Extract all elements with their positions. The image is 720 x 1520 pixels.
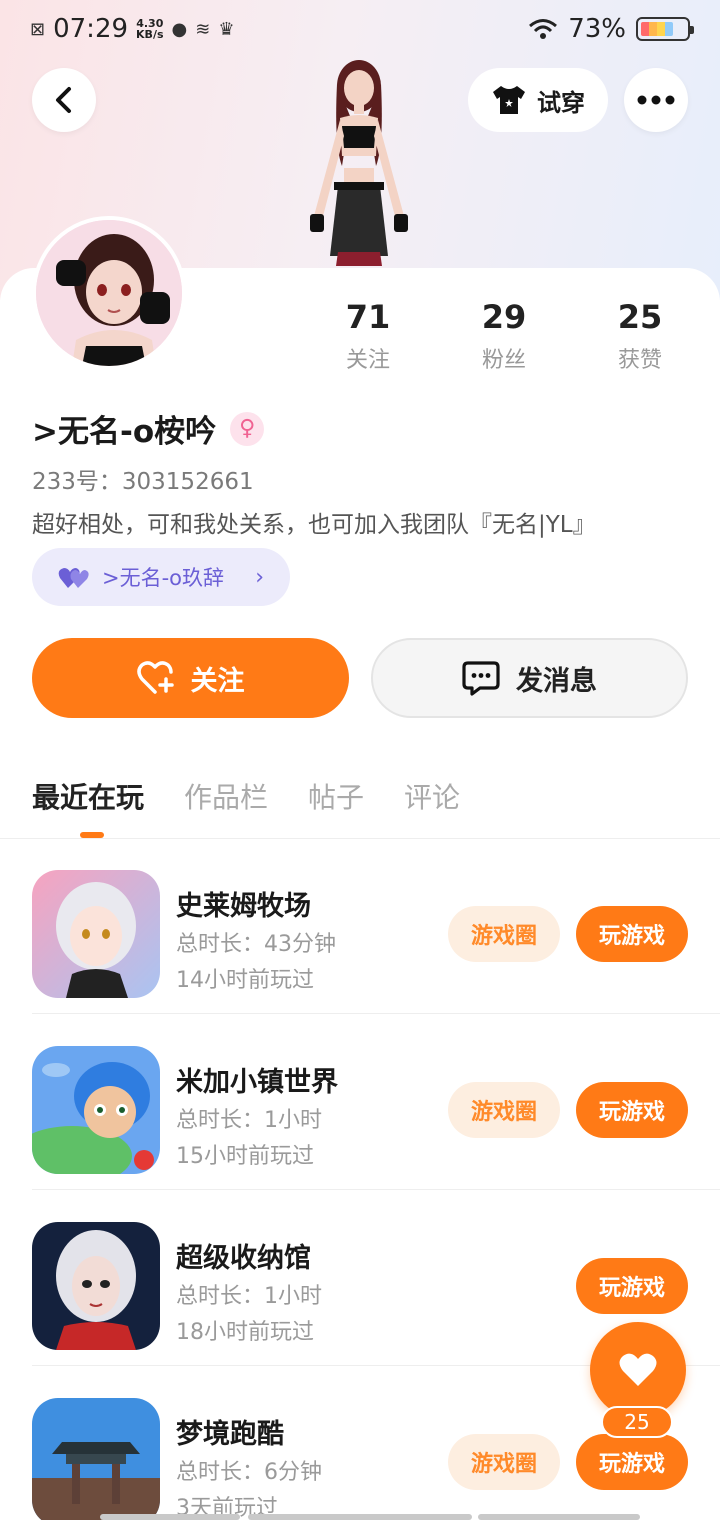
follow-label: 关注	[190, 665, 245, 697]
crown-icon: ♛	[218, 18, 235, 40]
game-icon-slime-ranch	[32, 870, 160, 998]
back-button[interactable]	[32, 68, 96, 132]
game-icon-dream-parkour	[32, 1398, 160, 1520]
stat-likes[interactable]: 25 获赞	[572, 298, 708, 374]
game-circle-button[interactable]: 游戏圈	[448, 1434, 560, 1490]
play-game-button[interactable]: 玩游戏	[576, 1258, 688, 1314]
game-circle-button[interactable]: 游戏圈	[448, 906, 560, 962]
like-button[interactable]	[590, 1322, 686, 1418]
double-heart-icon	[58, 568, 89, 588]
game-row[interactable]: 史莱姆牧场 总时长：43分钟 14小时前玩过 游戏圈 玩游戏	[32, 838, 720, 1014]
stat-following[interactable]: 71 关注	[300, 298, 436, 374]
user-id: 233号：303152661	[32, 469, 254, 495]
username-text: >无名-o桉吟	[32, 414, 217, 450]
scroll-indicator	[478, 1514, 640, 1520]
game-name: 米加小镇世界	[176, 1067, 338, 1098]
game-last-played: 18小时前玩过	[176, 1320, 314, 1345]
battery-percent: 73%	[568, 14, 626, 44]
game-name: 超级收纳馆	[176, 1243, 311, 1274]
more-button[interactable]	[624, 68, 688, 132]
stat-followers[interactable]: 29 粉丝	[436, 298, 572, 374]
game-icon-super-storage	[32, 1222, 160, 1350]
game-circle-button[interactable]: 游戏圈	[448, 1082, 560, 1138]
play-game-button[interactable]: 玩游戏	[576, 906, 688, 962]
message-button[interactable]: 发消息	[371, 638, 688, 718]
game-last-played: 14小时前玩过	[176, 968, 314, 993]
try-on-button[interactable]: 试穿	[468, 68, 608, 132]
chat-bubble-icon	[462, 661, 500, 696]
like-count-badge: 25	[601, 1406, 673, 1438]
game-last-played: 15小时前玩过	[176, 1144, 314, 1169]
game-duration: 总时长：43分钟	[176, 932, 336, 957]
user-bio: 超好相处，可和我处关系，也可加入我团队『无名|YL』	[32, 512, 596, 538]
profile-tabs: 最近在玩 作品栏 帖子 评论	[32, 776, 460, 816]
game-icon-miga-town	[32, 1046, 160, 1174]
notification-icon: ⊠	[30, 18, 46, 40]
battery-icon	[636, 17, 694, 41]
team-chip[interactable]: >无名-o玖辞 ›	[32, 548, 290, 606]
game-duration: 总时长：1小时	[176, 1284, 322, 1309]
net-speed: 4.30 KB/s	[136, 17, 164, 41]
tab-comments[interactable]: 评论	[404, 776, 460, 816]
tshirt-icon	[493, 86, 525, 114]
game-row[interactable]: 米加小镇世界 总时长：1小时 15小时前玩过 游戏圈 玩游戏	[32, 1014, 720, 1190]
profile-stats: 71 关注 29 粉丝 25 获赞	[300, 298, 720, 374]
game-duration: 总时长：6分钟	[176, 1460, 322, 1485]
heart-icon	[619, 1353, 657, 1386]
follow-button[interactable]: 关注	[32, 638, 349, 718]
avatar[interactable]	[32, 216, 186, 370]
scroll-indicator	[248, 1514, 472, 1520]
wifi-icon	[529, 19, 558, 39]
play-game-button[interactable]: 玩游戏	[576, 1434, 688, 1490]
try-on-label: 试穿	[537, 88, 585, 117]
database-icon: ≋	[195, 18, 211, 40]
chevron-right-icon: ›	[255, 564, 264, 590]
status-time: 07:29	[53, 14, 129, 44]
username: >无名-o桉吟 ♀	[32, 406, 265, 451]
play-game-button[interactable]: 玩游戏	[576, 1082, 688, 1138]
message-label: 发消息	[516, 665, 597, 697]
tab-recently-played[interactable]: 最近在玩	[32, 776, 144, 816]
character-figure	[310, 60, 408, 266]
team-chip-label: >无名-o玖辞	[102, 566, 225, 590]
tab-posts[interactable]: 帖子	[308, 776, 364, 816]
game-name: 梦境跑酷	[176, 1419, 284, 1450]
game-duration: 总时长：1小时	[176, 1108, 322, 1133]
scroll-indicator	[100, 1514, 240, 1520]
app-notification-icon: ●	[171, 18, 188, 40]
avatar-image	[36, 220, 182, 366]
more-dots-icon	[637, 95, 675, 105]
female-icon: ♀	[230, 411, 265, 446]
tab-works[interactable]: 作品栏	[184, 776, 268, 816]
status-bar: ⊠ 07:29 4.30 KB/s ● ≋ ♛ 73%	[0, 0, 720, 58]
chevron-left-icon	[56, 87, 71, 113]
heart-plus-icon	[136, 661, 174, 694]
game-name: 史莱姆牧场	[176, 891, 311, 922]
